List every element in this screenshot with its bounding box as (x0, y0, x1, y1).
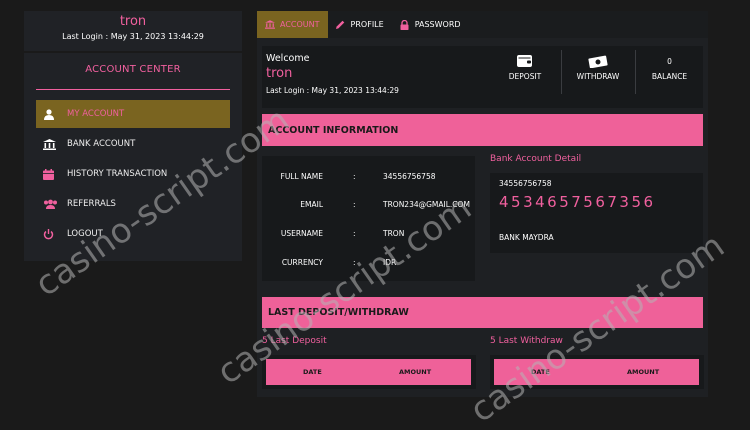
balance-value: 0 (667, 56, 672, 66)
info-sep: : (353, 229, 356, 238)
user-icon (43, 108, 57, 120)
calendar-icon (43, 168, 57, 180)
info-key: EMAIL (300, 200, 323, 209)
sidebar-item-label: LOGOUT (67, 229, 103, 239)
account-information-card: FULL NAME : 34556756758 EMAIL : TRON234@… (262, 156, 475, 281)
sidebar-item-logout[interactable]: LOGOUT (36, 220, 230, 248)
col-amount: AMOUNT (399, 368, 432, 376)
deposit-button[interactable]: DEPOSIT (490, 50, 560, 98)
sidebar-user-card: tron Last Login : May 31, 2023 13:44:29 (24, 11, 242, 51)
bank-account-name: 34556756758 (499, 179, 552, 188)
tab-password[interactable]: PASSWORD (392, 11, 469, 38)
tab-label: PROFILE (350, 20, 384, 29)
bank-name: BANK MAYDRA (499, 233, 554, 242)
sidebar-item-label: REFERRALS (67, 199, 116, 209)
info-row-currency: CURRENCY : IDR (262, 258, 475, 270)
sidebar-item-bank-account[interactable]: BANK ACCOUNT (36, 130, 230, 158)
info-row-email: EMAIL : TRON234@GMAIL.COM (262, 200, 475, 212)
account-information-header: ACCOUNT INFORMATION (262, 114, 703, 146)
sidebar-menu: MY ACCOUNT BANK ACCOUNT HISTORY TRANSACT… (36, 100, 230, 250)
power-icon (43, 228, 57, 240)
info-value: TRON234@GMAIL.COM (383, 200, 470, 209)
last-deposit-withdraw-header: LAST DEPOSIT/WITHDRAW (262, 297, 703, 328)
info-sep: : (353, 258, 356, 267)
balance-label: BALANCE (651, 72, 688, 81)
welcome-greeting: Welcome (266, 53, 310, 64)
bank-account-number: 4534657567356 (499, 193, 656, 211)
pencil-icon (335, 20, 346, 29)
tab-label: ACCOUNT (280, 20, 320, 29)
bank-icon (43, 138, 57, 150)
info-sep: : (353, 200, 356, 209)
sidebar-item-label: MY ACCOUNT (67, 109, 125, 119)
info-key: FULL NAME (280, 172, 324, 181)
sidebar-item-label: HISTORY TRANSACTION (67, 169, 168, 179)
account-center-panel: ACCOUNT CENTER MY ACCOUNT BANK ACCOUNT H… (24, 53, 242, 261)
welcome-card: Welcome tron Last Login : May 31, 2023 1… (262, 46, 703, 108)
last-withdraw-title: 5 Last Withdraw (490, 336, 563, 346)
welcome-last-login: Last Login : May 31, 2023 13:44:29 (266, 86, 399, 95)
account-tabs: ACCOUNT PROFILE PASSWORD (257, 11, 708, 38)
last-withdraw-table: DATE AMOUNT (490, 355, 704, 389)
lock-icon (400, 19, 410, 30)
account-center-title: ACCOUNT CENTER (85, 64, 181, 75)
last-deposit-table: DATE AMOUNT (262, 355, 476, 389)
divider (36, 89, 230, 90)
last-deposit-title: 5 Last Deposit (262, 336, 327, 346)
tab-profile[interactable]: PROFILE (328, 11, 392, 38)
cash-icon (562, 50, 634, 72)
withdraw-label: WITHDRAW (576, 72, 620, 81)
sidebar-item-referrals[interactable]: REFERRALS (36, 190, 230, 218)
bank-icon (265, 20, 275, 29)
wallet-icon (490, 50, 560, 72)
table-header: DATE AMOUNT (266, 359, 471, 385)
deposit-label: DEPOSIT (508, 72, 542, 81)
info-key: USERNAME (280, 229, 323, 238)
info-value: IDR (383, 258, 397, 267)
sidebar-username: tron (119, 14, 147, 29)
welcome-username: tron (266, 66, 293, 81)
sidebar-item-history-transaction[interactable]: HISTORY TRANSACTION (36, 160, 230, 188)
info-sep: : (353, 172, 356, 181)
info-value: TRON (383, 229, 405, 238)
bank-detail-card: 34556756758 4534657567356 BANK MAYDRA (490, 173, 703, 253)
withdraw-button[interactable]: WITHDRAW (562, 50, 634, 98)
sidebar-last-login: Last Login : May 31, 2023 13:44:29 (62, 32, 204, 41)
users-icon (43, 199, 57, 210)
account-main-panel: ACCOUNT PROFILE PASSWORD Welcome tron La… (257, 11, 708, 397)
balance-display: 0 BALANCE (636, 50, 703, 98)
col-date: DATE (531, 368, 550, 376)
tab-account[interactable]: ACCOUNT (257, 11, 328, 38)
table-header: DATE AMOUNT (494, 359, 699, 385)
sidebar-item-label: BANK ACCOUNT (67, 139, 136, 149)
bank-detail-title: Bank Account Detail (490, 154, 582, 164)
col-date: DATE (303, 368, 322, 376)
info-row-username: USERNAME : TRON (262, 229, 475, 241)
tab-label: PASSWORD (414, 20, 461, 29)
col-amount: AMOUNT (627, 368, 660, 376)
info-value: 34556756758 (383, 172, 436, 181)
sidebar-item-my-account[interactable]: MY ACCOUNT (36, 100, 230, 128)
info-key: CURRENCY (281, 258, 323, 267)
info-row-full-name: FULL NAME : 34556756758 (262, 172, 475, 184)
